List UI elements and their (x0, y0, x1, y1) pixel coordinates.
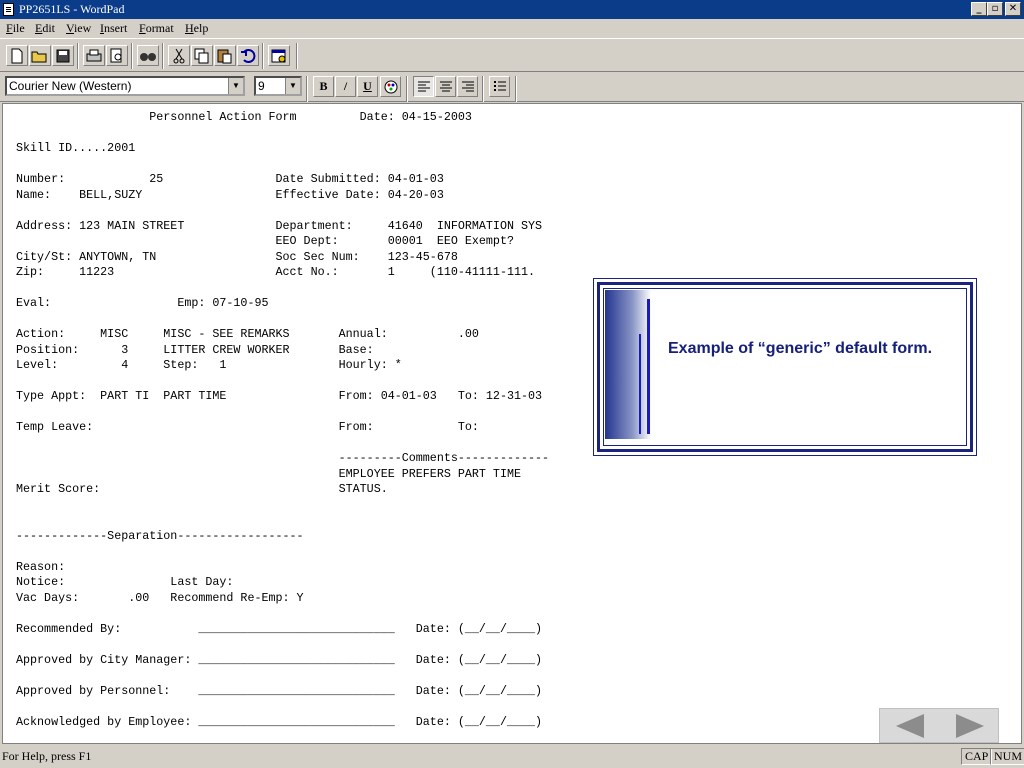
menu-insert[interactable]: Insert (100, 21, 127, 36)
minimize-button[interactable]: _ (971, 2, 987, 16)
toolbar-separator (262, 43, 264, 69)
num-lock-indicator: NUM (990, 748, 1024, 765)
slide-navigation (879, 708, 999, 743)
copy-icon[interactable] (191, 45, 213, 66)
toolbar-separator (162, 43, 164, 69)
toolbar-separator (406, 76, 408, 102)
print-preview-icon[interactable] (106, 45, 128, 66)
restore-button[interactable]: ▫ (987, 2, 1003, 16)
align-right-icon[interactable] (457, 76, 478, 97)
menu-format[interactable]: Format (139, 21, 174, 36)
menu-file[interactable]: File (6, 21, 25, 36)
callout-box: Example of “generic” default form. (593, 278, 977, 456)
print-icon[interactable] (83, 45, 105, 66)
undo-icon[interactable] (237, 45, 259, 66)
status-bar: For Help, press F1 CAP NUM (0, 746, 1024, 768)
new-icon[interactable] (6, 45, 28, 66)
next-slide-icon[interactable] (940, 709, 999, 742)
font-size-select[interactable]: 9 ▼ (254, 76, 302, 96)
toolbar-separator (515, 76, 517, 102)
callout-accent-line (639, 334, 641, 434)
title-bar: PP2651LS - WordPad _ ▫ ✕ (0, 0, 1024, 19)
wordpad-document-icon (3, 3, 14, 16)
toolbar-separator (296, 43, 298, 69)
align-center-icon[interactable] (435, 76, 456, 97)
insert-date-icon[interactable] (268, 45, 290, 66)
menu-help[interactable]: Help (185, 21, 208, 36)
bullets-icon[interactable] (489, 76, 510, 97)
menu-bar: File Edit View Insert Format Help (0, 19, 1024, 38)
toolbar-separator (77, 43, 79, 69)
font-size: 9 (258, 79, 265, 93)
close-button[interactable]: ✕ (1005, 2, 1021, 16)
open-icon[interactable] (29, 45, 51, 66)
align-left-icon[interactable] (413, 76, 434, 97)
callout-border (597, 282, 973, 452)
format-bar: Courier New (Western) ▼ 9 ▼ B / U (0, 72, 1024, 102)
toolbar-separator (131, 43, 133, 69)
find-icon[interactable] (137, 45, 159, 66)
window-title: PP2651LS - WordPad (19, 2, 125, 16)
italic-button[interactable]: / (335, 76, 356, 97)
toolbar-separator (482, 76, 484, 102)
status-help-text: For Help, press F1 (2, 749, 92, 763)
chevron-down-icon[interactable]: ▼ (285, 78, 300, 94)
callout-gradient-bar (605, 290, 651, 439)
personnel-action-form-text: Personnel Action Form Date: 04-15-2003 S… (16, 110, 550, 729)
cut-icon[interactable] (168, 45, 190, 66)
previous-slide-icon[interactable] (880, 709, 939, 742)
caps-lock-indicator: CAP (961, 748, 993, 765)
font-name: Courier New (Western) (9, 79, 132, 93)
menu-edit[interactable]: Edit (35, 21, 55, 36)
underline-button[interactable]: U (357, 76, 378, 97)
color-icon[interactable] (380, 76, 401, 97)
callout-accent-line (647, 299, 650, 434)
callout-inner-border (603, 288, 967, 446)
save-icon[interactable] (52, 45, 74, 66)
font-select[interactable]: Courier New (Western) ▼ (5, 76, 245, 96)
chevron-down-icon[interactable]: ▼ (228, 78, 243, 94)
menu-view[interactable]: View (66, 21, 91, 36)
paste-icon[interactable] (214, 45, 236, 66)
bold-button[interactable]: B (313, 76, 334, 97)
callout-text: Example of “generic” default form. (668, 340, 933, 357)
toolbar-separator (306, 76, 308, 102)
standard-toolbar (0, 38, 1024, 72)
